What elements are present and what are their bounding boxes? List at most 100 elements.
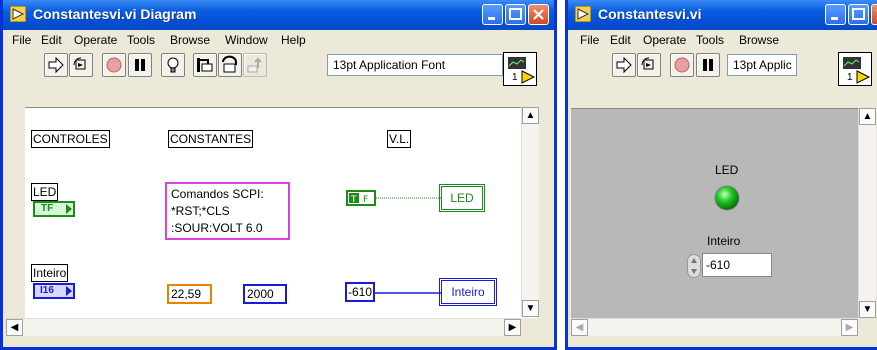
vl-led-label: LED xyxy=(450,191,474,205)
scroll-up-arrow[interactable]: ▲ xyxy=(859,108,876,125)
menu-tools[interactable]: Tools xyxy=(127,33,155,47)
menu-tools[interactable]: Tools xyxy=(696,33,724,47)
menu-edit[interactable]: Edit xyxy=(610,33,631,47)
step-into-button[interactable] xyxy=(193,53,217,77)
vi-monitor-icon xyxy=(506,55,536,84)
close-icon xyxy=(876,10,877,19)
step-out-icon xyxy=(247,57,262,73)
inteiro-indicator-terminal[interactable]: Inteiro xyxy=(439,278,497,306)
diagram-title: Constantesvi.vi Diagram xyxy=(33,6,197,22)
diagram-vertical-scrollbar[interactable]: ▲ ▼ xyxy=(521,107,539,317)
minimize-button[interactable] xyxy=(482,4,503,25)
vi-connector-icon[interactable]: 1 xyxy=(838,52,872,86)
scroll-down-arrow[interactable]: ▼ xyxy=(522,300,539,317)
vi-icon-number: 1 xyxy=(847,72,853,83)
header-vl: V.L. xyxy=(387,130,412,148)
close-button[interactable] xyxy=(528,4,549,25)
panel-minimize-button[interactable] xyxy=(825,4,846,25)
string-line-1: Comandos SCPI: xyxy=(171,187,264,201)
panel-vertical-scrollbar[interactable]: ▲ ▼ xyxy=(858,108,876,318)
abort-button[interactable] xyxy=(670,53,694,77)
scroll-down-arrow[interactable]: ▼ xyxy=(859,301,876,318)
scroll-up-arrow[interactable]: ▲ xyxy=(522,107,539,124)
diagram-titlebar[interactable]: Constantesvi.vi Diagram xyxy=(3,0,554,30)
inteiro-terminal-type: I16 xyxy=(40,285,54,296)
front-panel-canvas[interactable]: LED Inteiro -610 xyxy=(571,108,858,319)
menu-help[interactable]: Help xyxy=(281,33,306,47)
panel-title: Constantesvi.vi xyxy=(598,6,702,22)
vi-diagram-icon xyxy=(10,6,26,22)
menu-operate[interactable]: Operate xyxy=(74,33,117,47)
vi-monitor-icon xyxy=(841,55,871,84)
lightbulb-icon xyxy=(167,57,179,73)
maximize-button[interactable] xyxy=(505,4,526,25)
pause-button[interactable] xyxy=(128,53,152,77)
step-over-button[interactable] xyxy=(218,53,242,77)
menu-window[interactable]: Window xyxy=(225,33,268,47)
inteiro-value-field[interactable]: -610 xyxy=(702,253,772,277)
vi-panel-icon xyxy=(575,6,591,22)
close-icon xyxy=(533,9,544,20)
header-constantes: CONSTANTES xyxy=(168,130,254,148)
panel-maximize-button[interactable] xyxy=(848,4,869,25)
scroll-left-arrow[interactable]: ◀ xyxy=(6,319,23,336)
diagram-horizontal-scrollbar[interactable]: ◀ ▶ xyxy=(6,318,521,336)
run-continuously-button[interactable] xyxy=(637,53,661,77)
scroll-right-arrow[interactable]: ▶ xyxy=(841,319,858,336)
string-constant[interactable]: Comandos SCPI: *RST;*CLS :SOUR:VOLT 6.0 xyxy=(165,182,290,240)
increment-decrement-buttons[interactable] xyxy=(687,254,701,278)
maximize-icon xyxy=(509,8,522,20)
panel-titlebar[interactable]: Constantesvi.vi xyxy=(568,0,877,30)
panel-close-button[interactable] xyxy=(871,4,877,25)
led-indicator xyxy=(714,185,740,211)
stop-icon xyxy=(106,57,122,73)
block-diagram-canvas[interactable]: CONTROLES CONSTANTES V.L. LED TF Comando… xyxy=(25,107,538,318)
run-button[interactable] xyxy=(44,53,68,77)
step-out-button xyxy=(243,53,267,77)
font-select[interactable]: 13pt Application Font xyxy=(327,54,503,76)
menu-operate[interactable]: Operate xyxy=(643,33,686,47)
panel-horizontal-scrollbar[interactable]: ◀ ▶ xyxy=(571,318,858,336)
menu-edit[interactable]: Edit xyxy=(41,33,62,47)
diagram-toolbar: 13pt Application Font xyxy=(3,51,554,83)
step-into-icon xyxy=(197,58,213,72)
stop-icon xyxy=(674,57,690,73)
abort-button[interactable] xyxy=(102,53,126,77)
double-constant[interactable]: 22,59 xyxy=(167,284,212,304)
terminal-arrow-icon xyxy=(66,204,72,214)
led-boolean-terminal[interactable]: TF xyxy=(33,201,75,217)
led-terminal-type: TF xyxy=(41,203,54,214)
minimize-icon xyxy=(831,17,838,20)
font-select[interactable]: 13pt Applic xyxy=(727,54,797,76)
svg-text:F: F xyxy=(363,195,368,204)
menu-file[interactable]: File xyxy=(580,33,599,47)
integer-wire xyxy=(375,292,443,294)
run-button[interactable] xyxy=(612,53,636,77)
maximize-icon xyxy=(852,8,865,20)
step-over-icon xyxy=(222,55,237,73)
highlight-execution-button[interactable] xyxy=(161,53,185,77)
vi-connector-icon[interactable]: 1 xyxy=(503,52,537,86)
menu-browse[interactable]: Browse xyxy=(170,33,210,47)
string-line-2: *RST;*CLS xyxy=(171,204,230,218)
menu-file[interactable]: File xyxy=(12,33,31,47)
run-continuously-icon xyxy=(73,57,86,70)
led-indicator-terminal[interactable]: LED xyxy=(439,184,485,212)
scroll-left-arrow[interactable]: ◀ xyxy=(571,319,588,336)
terminal-arrow-icon xyxy=(66,286,72,296)
inteiro-integer-terminal[interactable]: I16 xyxy=(33,283,75,299)
panel-menubar: File Edit Operate Tools Browse xyxy=(568,30,877,51)
run-continuously-button[interactable] xyxy=(69,53,93,77)
vl-inteiro-label: Inteiro xyxy=(451,285,485,299)
pause-icon xyxy=(703,59,713,71)
front-panel-window: Constantesvi.vi File Edit Operate Tools … xyxy=(565,0,877,350)
integer-constant-610[interactable]: -610 xyxy=(345,282,375,302)
boolean-constant[interactable]: TF xyxy=(346,190,376,206)
pause-button[interactable] xyxy=(696,53,720,77)
scroll-right-arrow[interactable]: ▶ xyxy=(504,319,521,336)
run-arrow-icon xyxy=(616,56,632,74)
menu-browse[interactable]: Browse xyxy=(739,33,779,47)
inteiro-numeric-control[interactable]: -610 xyxy=(687,253,777,279)
svg-text:T: T xyxy=(350,195,357,204)
integer-constant-2000[interactable]: 2000 xyxy=(243,284,287,304)
